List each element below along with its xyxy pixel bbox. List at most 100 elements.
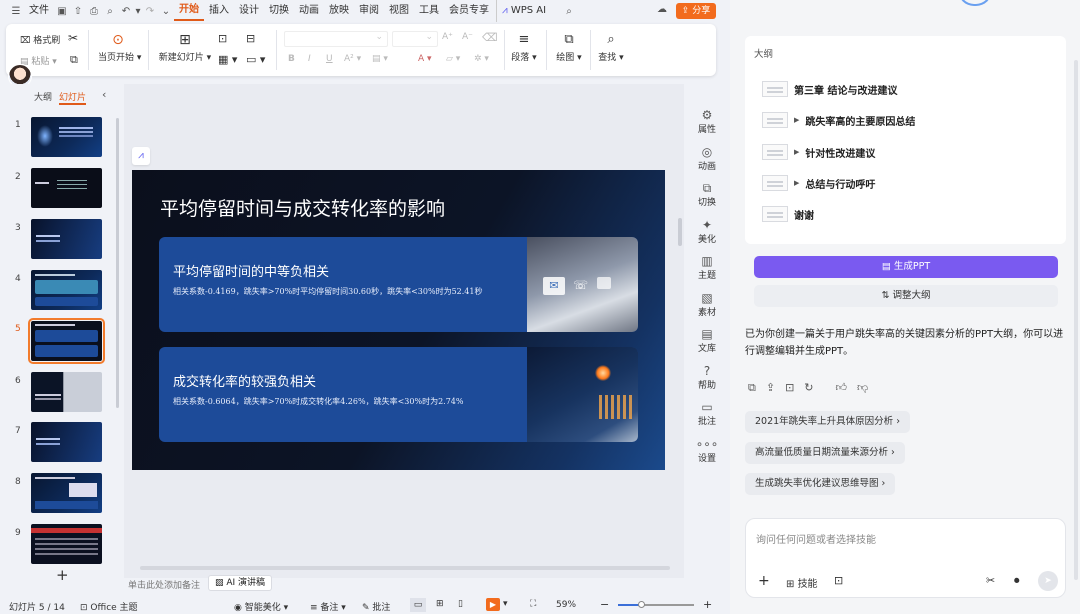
comments-tool[interactable]: ▭ 批注 — [684, 400, 730, 427]
slide-title[interactable]: 平均停留时间与成交转化率的影响 — [160, 194, 445, 221]
beautify-tool[interactable]: ✦ 美化 — [684, 218, 730, 245]
font-size-select[interactable]: ⌄ — [392, 31, 438, 47]
slide-thumbnail-9[interactable] — [31, 524, 102, 564]
zoom-in-icon[interactable]: + — [703, 598, 712, 611]
grow-font-icon[interactable]: A⁺ — [442, 32, 453, 42]
grid-view-icon[interactable]: ⊞ — [436, 599, 444, 609]
slide-thumbnail-2[interactable] — [31, 168, 102, 208]
generate-ppt-button[interactable]: ▤ 生成PPT — [754, 256, 1058, 278]
copy-icon[interactable]: ⧉ — [70, 53, 78, 67]
tab-tools[interactable]: 工具 — [414, 0, 444, 22]
superscript-icon[interactable]: A² ▾ — [344, 54, 361, 64]
new-slide-button[interactable]: ⊞ 新建幻灯片 ▾ — [158, 32, 212, 63]
theme-tool[interactable]: ▥ 主题 — [684, 254, 730, 281]
share-button[interactable]: ⇪ 分享 — [676, 3, 716, 19]
settings-tool[interactable]: ∘∘∘ 设置 — [684, 437, 730, 464]
more-dropdown-icon[interactable]: ⌄ — [158, 6, 174, 17]
properties-tool[interactable]: ⚙ 属性 — [684, 108, 730, 135]
assets-tool[interactable]: ▧ 素材 — [684, 291, 730, 318]
print-preview-icon[interactable]: ⌕ — [102, 6, 118, 17]
start-from-current-button[interactable]: ⊙ 当页开始 ▾ — [98, 32, 141, 63]
file-menu[interactable]: 文件 — [24, 0, 54, 22]
find-button[interactable]: ⌕ 查找 ▾ — [594, 32, 628, 63]
thumbs-up-icon[interactable]: 👍︎ — [836, 381, 848, 395]
tab-design[interactable]: 设计 — [234, 0, 264, 22]
slide-thumbnail-8[interactable] — [31, 473, 102, 513]
screenshot-icon[interactable]: ⊡ — [834, 574, 843, 587]
zoom-slider[interactable] — [618, 601, 694, 608]
italic-icon[interactable]: I — [308, 54, 311, 64]
slide-size-icon[interactable]: ▭ ▾ — [246, 53, 265, 66]
clear-format-icon[interactable]: ⌫ — [482, 31, 498, 44]
slide-thumbnail-7[interactable] — [31, 422, 102, 462]
fit-window-icon[interactable]: ⛶ — [530, 599, 536, 609]
save-icon[interactable]: ▣ — [54, 6, 70, 17]
slide-thumbnail-6[interactable] — [31, 372, 102, 412]
microphone-icon[interactable]: ⏺ — [1014, 574, 1020, 588]
suggestion-chip[interactable]: 生成跳失率优化建议思维导图 › — [745, 473, 896, 495]
comments-toggle[interactable]: ✎ 批注 — [362, 600, 390, 613]
transition-tool[interactable]: ⧉ 切换 — [684, 181, 730, 208]
tab-member[interactable]: 会员专享 — [444, 0, 494, 22]
suggestion-chip[interactable]: 高流量低质量日期流量来源分析 › — [745, 442, 905, 464]
suggestion-chip[interactable]: 2021年跳失率上升具体原因分析 › — [745, 411, 911, 433]
highlight-icon[interactable]: ▱ ▾ — [446, 54, 460, 64]
normal-view-icon[interactable]: ▭ — [410, 598, 426, 612]
outline-item[interactable]: 第三章 结论与改进建议 — [762, 81, 897, 97]
notes-toggle[interactable]: ≡ 备注 ▾ — [310, 600, 346, 613]
regenerate-icon[interactable]: ↻ — [804, 381, 813, 395]
tab-home[interactable]: 开始 — [174, 1, 204, 21]
tab-transition[interactable]: 切换 — [264, 0, 294, 22]
share-message-icon[interactable]: ⇪ — [766, 381, 775, 395]
outline-item[interactable]: ▶ 总结与行动呼吁 — [762, 175, 875, 191]
adjust-outline-button[interactable]: ⇅ 调整大纲 — [754, 285, 1058, 307]
copy-icon[interactable]: ⧉ — [748, 381, 756, 395]
outline-item[interactable]: ▶ 跳失率高的主要原因总结 — [762, 112, 915, 128]
library-tool[interactable]: ▤ 文库 — [684, 327, 730, 354]
outline-item[interactable]: ▶ 针对性改进建议 — [762, 144, 875, 160]
shrink-font-icon[interactable]: A⁻ — [462, 32, 473, 42]
tab-insert[interactable]: 插入 — [204, 0, 234, 22]
cloud-upload-icon[interactable]: ☁ — [654, 4, 670, 15]
slide-card-1[interactable]: 平均停留时间的中等负相关 相关系数-0.4169，跳失率>70%时平均停留时间3… — [159, 237, 638, 332]
undo-icon[interactable]: ↶ — [118, 6, 134, 17]
font-family-select[interactable]: ⌄ — [284, 31, 388, 47]
slide-thumbnail-1[interactable] — [31, 117, 102, 157]
slide-thumbnail-3[interactable] — [31, 219, 102, 259]
tab-outline[interactable]: 大纲 — [34, 90, 52, 103]
smart-beautify-button[interactable]: ◉ 智能美化 ▾ — [234, 600, 288, 613]
slideshow-play-icon[interactable]: ▶ — [486, 598, 500, 611]
play-dropdown-icon[interactable]: ▾ — [503, 599, 508, 609]
section-icon[interactable]: ⊟ — [246, 32, 255, 45]
paragraph-button[interactable]: ≡ 段落 ▾ — [508, 32, 540, 63]
format-painter-button[interactable]: ⌧ 格式刷 — [20, 33, 60, 46]
outline-item[interactable]: 谢谢 — [762, 206, 814, 222]
reset-icon[interactable]: ▦ ▾ — [218, 53, 237, 66]
bold-icon[interactable]: B — [288, 54, 295, 64]
print-icon[interactable]: ⎙ — [86, 6, 102, 17]
drawing-button[interactable]: ⧉ 绘图 ▾ — [552, 32, 586, 63]
underline-icon[interactable]: U — [326, 54, 333, 64]
tab-review[interactable]: 审阅 — [354, 0, 384, 22]
notes-placeholder[interactable]: 单击此处添加备注 — [128, 578, 200, 591]
layout-icon[interactable]: ⊡ — [218, 32, 227, 45]
tab-view[interactable]: 视图 — [384, 0, 414, 22]
zoom-out-icon[interactable]: − — [600, 598, 609, 611]
thumbs-down-icon[interactable]: 👎︎ — [857, 381, 868, 395]
insert-icon[interactable]: ⊡ — [785, 381, 794, 395]
tab-animation[interactable]: 动画 — [294, 0, 324, 22]
add-attachment-icon[interactable]: + — [758, 573, 770, 589]
theme-status[interactable]: ⊡ Office 主题 — [80, 600, 138, 613]
char-spacing-icon[interactable]: ▤ ▾ — [372, 54, 388, 64]
export-icon[interactable]: ⇧ — [70, 6, 86, 17]
current-slide[interactable]: 平均停留时间与成交转化率的影响 平均停留时间的中等负相关 相关系数-0.4169… — [132, 170, 665, 470]
text-effect-icon[interactable]: ✲ ▾ — [474, 54, 489, 64]
scissors-icon[interactable]: ✂ — [986, 574, 995, 587]
slide-thumbnail-4[interactable] — [31, 270, 102, 310]
wps-ai-tab[interactable]: ⩘ WPS AI — [496, 0, 551, 22]
expand-arrow-icon[interactable]: ▶ — [794, 116, 799, 124]
send-button[interactable]: ➤ — [1038, 571, 1058, 591]
chat-input[interactable]: 询问任何问题或者选择技能 — [756, 531, 1056, 546]
cut-icon[interactable]: ✂ — [68, 31, 78, 45]
expand-arrow-icon[interactable]: ▶ — [794, 179, 799, 187]
